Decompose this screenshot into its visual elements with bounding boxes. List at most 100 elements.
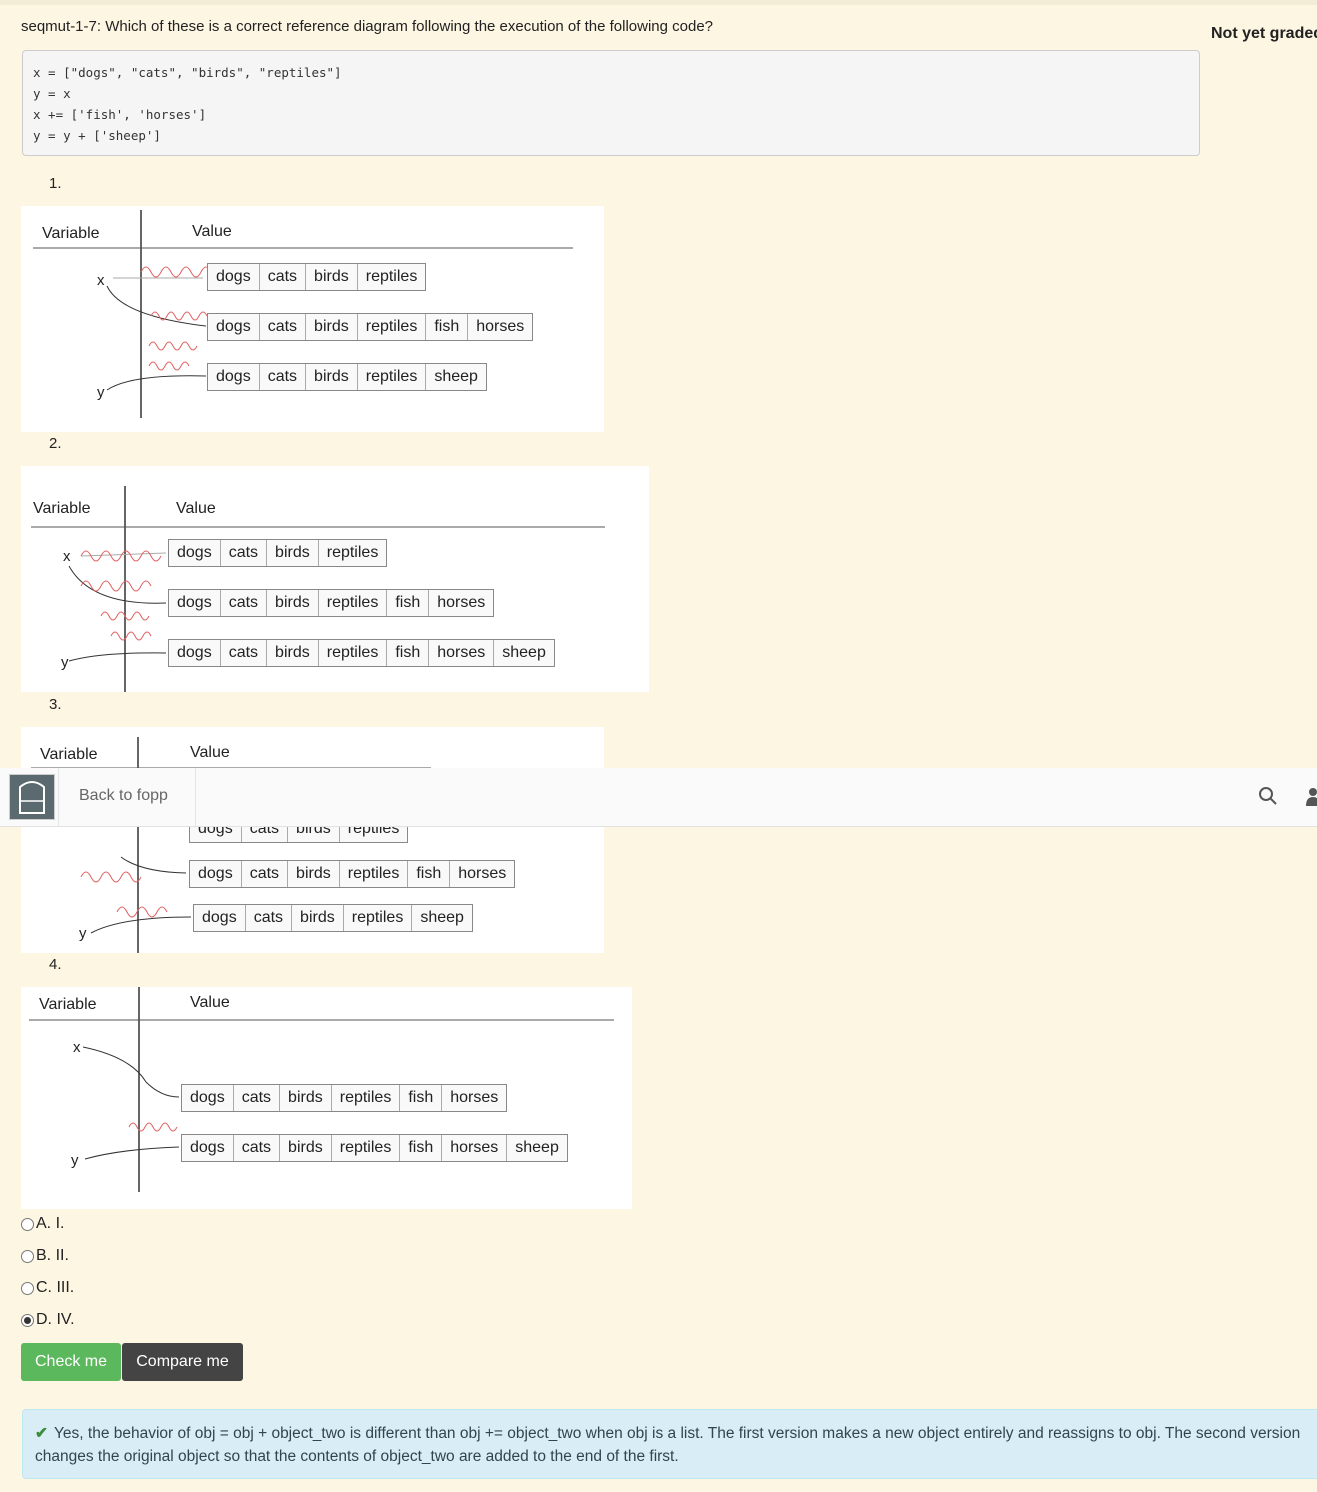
choice-letter: A. — [36, 1215, 52, 1232]
list-cell: birds — [267, 640, 319, 666]
code-line: x += ['fish', 'horses'] — [33, 107, 207, 122]
top-navbar: Back to fopp — [0, 768, 1317, 827]
choice-letter: D. — [36, 1311, 52, 1328]
list-cell: birds — [292, 905, 344, 931]
list-cell: birds — [288, 861, 340, 887]
radio-button-a[interactable] — [21, 1217, 34, 1231]
list-cell: dogs — [208, 314, 260, 340]
variable-header: Variable — [42, 225, 100, 242]
code-line: x = ["dogs", "cats", "birds", "reptiles"… — [33, 65, 342, 80]
list-cell: birds — [306, 364, 358, 390]
diagram-number-2: 2. — [49, 435, 62, 452]
list-cell: cats — [260, 314, 307, 340]
list-cell: sheep — [515, 1139, 559, 1156]
top-border — [0, 0, 1317, 5]
list-cell: dogs — [169, 590, 221, 616]
diagram-number-1: 1. — [49, 175, 62, 192]
list-cell: dogs — [194, 905, 246, 931]
question-text: seqmut-1-7: Which of these is a correct … — [21, 18, 714, 35]
check-me-button[interactable]: Check me — [21, 1343, 121, 1381]
choice-letter: C. — [36, 1279, 52, 1296]
diagram-3: Variable Value y dogs cats birds reptiles d… — [21, 727, 604, 953]
list-cell: birds — [306, 314, 358, 340]
choice-label: II. — [55, 1247, 69, 1264]
list-row: dogs cats birds reptiles — [168, 539, 388, 567]
choice-a[interactable]: A. I. — [21, 1215, 64, 1233]
choice-b[interactable]: B. II. — [21, 1247, 69, 1265]
list-cell: reptiles — [340, 861, 409, 887]
list-cell: birds — [280, 1135, 332, 1161]
list-cell: birds — [267, 540, 319, 566]
list-cell: fish — [387, 640, 430, 666]
list-cell: fish — [387, 590, 430, 616]
var-y: y — [71, 1152, 79, 1169]
list-cell: horses — [437, 594, 486, 611]
list-cell: sheep — [434, 368, 478, 385]
list-cell: horses — [429, 640, 495, 666]
var-x: x — [97, 272, 105, 289]
choice-letter: B. — [36, 1247, 52, 1264]
list-cell: cats — [234, 1135, 281, 1161]
list-cell: fish — [400, 1135, 443, 1161]
radio-button-c[interactable] — [21, 1281, 34, 1295]
list-cell: cats — [234, 1085, 281, 1111]
list-cell: reptiles — [344, 905, 413, 931]
feedback-box: ✔ Yes, the behavior of obj = obj + object… — [22, 1409, 1317, 1479]
list-cell: reptiles — [332, 1085, 401, 1111]
choice-c[interactable]: C. III. — [21, 1279, 74, 1297]
site-logo[interactable] — [9, 774, 55, 820]
list-cell: cats — [246, 905, 293, 931]
logo-icon — [19, 781, 45, 814]
list-cell: reptiles — [326, 544, 379, 561]
list-cell: birds — [267, 590, 319, 616]
list-cell: cats — [221, 640, 268, 666]
choice-label: III. — [56, 1279, 75, 1296]
navbar-divider — [195, 768, 196, 826]
list-row: dogs cats birds reptiles fish horses — [168, 589, 495, 617]
list-cell: dogs — [169, 540, 221, 566]
list-cell: sheep — [502, 644, 546, 661]
list-cell: reptiles — [365, 268, 418, 285]
var-x: x — [73, 1039, 81, 1056]
var-y: y — [79, 925, 87, 942]
value-header: Value — [176, 500, 216, 517]
checkmark-icon: ✔ — [35, 1425, 48, 1442]
list-cell: fish — [426, 314, 469, 340]
diagram-number-3: 3. — [49, 696, 62, 713]
list-cell: reptiles — [358, 314, 427, 340]
diagram-number-4: 4. — [49, 956, 62, 973]
variable-header: Variable — [39, 996, 97, 1013]
radio-button-b[interactable] — [21, 1249, 34, 1263]
list-cell: cats — [242, 861, 289, 887]
list-cell: reptiles — [358, 364, 427, 390]
list-cell: sheep — [420, 909, 464, 926]
list-cell: dogs — [190, 861, 242, 887]
choice-label: I. — [55, 1215, 65, 1232]
choice-label: IV. — [56, 1311, 75, 1328]
choice-d[interactable]: D. IV. — [21, 1311, 75, 1329]
list-cell: fish — [408, 861, 451, 887]
value-header: Value — [190, 744, 230, 761]
list-cell: cats — [260, 364, 307, 390]
variable-header: Variable — [40, 746, 98, 763]
list-row: dogs cats birds reptiles fish horses — [207, 313, 534, 341]
list-cell: horses — [476, 318, 525, 335]
search-icon[interactable] — [1258, 786, 1278, 806]
variable-header: Variable — [33, 500, 91, 517]
diagram-1: Variable Value x y dogs cats birds reptiles… — [21, 206, 604, 432]
diagram-4: Variable Value x y dogs cats birds reptiles… — [21, 987, 632, 1209]
list-cell: fish — [400, 1085, 443, 1111]
list-cell: horses — [458, 865, 507, 882]
navbar-divider — [58, 768, 59, 826]
list-cell: horses — [450, 1089, 499, 1106]
list-cell: horses — [442, 1135, 508, 1161]
back-link[interactable]: Back to fopp — [79, 787, 168, 805]
list-row: dogs cats birds reptiles fish horses sheep — [168, 639, 555, 667]
radio-button-d[interactable] — [21, 1313, 34, 1327]
list-cell: reptiles — [319, 640, 388, 666]
list-row: dogs cats birds reptiles fish horses — [189, 860, 516, 888]
code-line: y = x — [33, 86, 71, 101]
compare-me-button[interactable]: Compare me — [122, 1343, 243, 1381]
grade-status: Not yet graded — [1211, 25, 1317, 42]
user-icon[interactable] — [1304, 786, 1317, 806]
